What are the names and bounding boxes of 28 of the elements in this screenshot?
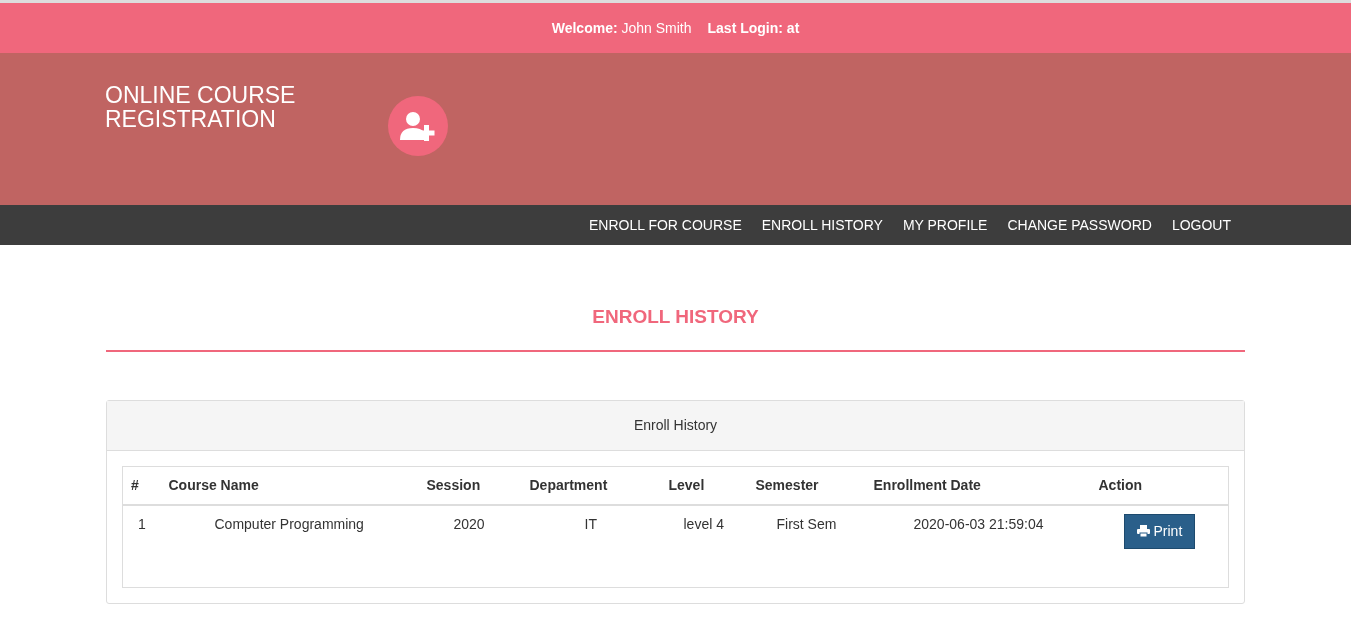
column-header: # [122, 466, 161, 505]
column-header: Department [521, 466, 661, 505]
table-cell: IT [521, 504, 661, 587]
nav-link[interactable]: LOGOUT [1161, 214, 1241, 236]
panel-heading: Enroll History [633, 415, 718, 435]
column-header: Course Name [160, 466, 419, 505]
nav-link[interactable]: ENROLL HISTORY [751, 214, 893, 236]
welcome-text: Welcome: John Smith [551, 18, 692, 38]
column-header: Semester [747, 466, 866, 505]
printer-icon [1136, 525, 1150, 537]
column-header: Level [660, 466, 748, 505]
page-title: ENROLL HISTORY [592, 306, 759, 327]
nav-link[interactable]: ENROLL FOR COURSE [579, 214, 752, 236]
table-cell: Computer Programming [160, 504, 419, 587]
user-add-icon [399, 111, 437, 141]
table-cell: 2020-06-03 21:59:04 [865, 504, 1091, 587]
table-cell: 1 [122, 504, 161, 587]
site-title: ONLINE COURSE REGISTRATION [105, 83, 297, 134]
table-cell: First Sem [747, 504, 866, 587]
table-cell: 2020 [418, 504, 522, 587]
nav-link[interactable]: MY PROFILE [892, 214, 998, 236]
table-cell: level 4 [660, 504, 748, 587]
column-header: Enrollment Date [865, 466, 1091, 505]
last-login-text: Last Login: at [707, 18, 800, 38]
column-header: Session [418, 466, 522, 505]
nav-link[interactable]: CHANGE PASSWORD [997, 214, 1162, 236]
column-header: Action [1090, 466, 1229, 505]
print-button[interactable]: Print [1123, 513, 1196, 549]
